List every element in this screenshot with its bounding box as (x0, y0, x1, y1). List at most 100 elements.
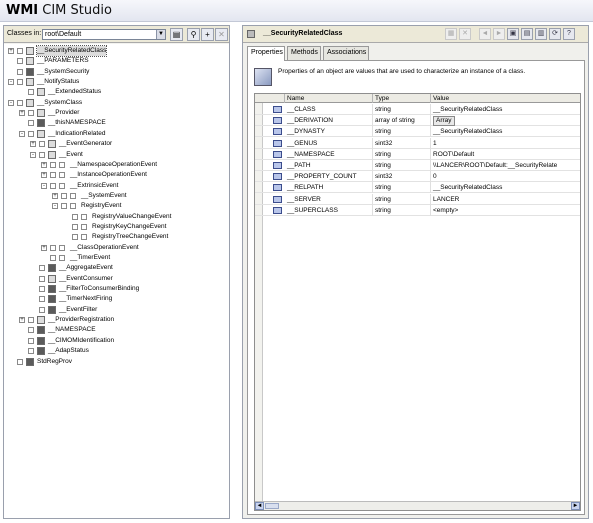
tree-item-checkbox[interactable] (28, 348, 34, 355)
tree-item[interactable]: RegistryValueChangeEvent (63, 212, 229, 222)
tree-item-checkbox[interactable] (59, 255, 65, 261)
expand-icon[interactable]: + (41, 161, 47, 168)
tree-item-checkbox[interactable] (39, 275, 45, 282)
property-value[interactable]: 0 (431, 171, 580, 182)
tree-item-checkbox[interactable] (28, 110, 34, 117)
tree-item-checkbox[interactable] (39, 151, 45, 158)
help-icon[interactable]: ? (563, 28, 575, 40)
property-value[interactable]: 1 (431, 138, 580, 149)
grid-icon[interactable]: ▦ (445, 28, 457, 40)
tree-item-checkbox[interactable] (61, 203, 67, 210)
tree-item[interactable]: + __InstanceOperationEvent (41, 170, 229, 180)
tree-item-checkbox[interactable] (72, 223, 78, 230)
tree-item-checkbox[interactable] (72, 234, 78, 241)
property-row[interactable]: __DYNASTY string __SecurityRelatedClass (255, 126, 580, 138)
tree-item-checkbox[interactable] (81, 234, 87, 241)
tree-item-checkbox[interactable] (28, 120, 34, 127)
instances-icon[interactable]: ▤ (521, 28, 533, 40)
property-row[interactable]: __PATH string \\LANCER\ROOT\Default:__Secu… (255, 160, 580, 171)
delete-icon[interactable]: ✕ (459, 28, 471, 40)
tree-item-checkbox[interactable] (59, 244, 65, 251)
collapse-icon[interactable]: - (8, 79, 14, 86)
namespace-combo[interactable]: root\Default ▼ (42, 29, 166, 40)
tree-item[interactable]: - RegistryEvent (52, 201, 229, 211)
tree-item[interactable]: __FilterToConsumerBinding (30, 284, 229, 294)
tree-item-checkbox[interactable] (28, 89, 34, 96)
tree-item[interactable]: + __ProviderRegistration (19, 315, 229, 325)
tree-item[interactable]: + __ClassOperationEvent (41, 243, 229, 253)
tree-item[interactable]: + __Provider (19, 108, 229, 118)
property-value[interactable]: __SecurityRelatedClass (431, 182, 580, 193)
scroll-left-icon[interactable]: ◄ (255, 502, 264, 510)
scroll-thumb[interactable] (265, 503, 279, 509)
tree-item-checkbox[interactable] (17, 68, 23, 75)
tree-item-checkbox[interactable] (61, 192, 67, 199)
property-value[interactable]: \\LANCER\ROOT\Default:__SecurityRelate (431, 160, 580, 171)
tree-item[interactable]: StdRegProv (8, 357, 229, 367)
tree-item-checkbox[interactable] (81, 213, 87, 220)
property-row[interactable]: __DERIVATION array of string Array (255, 115, 580, 127)
collapse-icon[interactable]: - (52, 203, 58, 210)
tab-methods[interactable]: Methods (287, 46, 321, 60)
property-value[interactable]: LANCER (431, 194, 580, 205)
tree-item[interactable]: + __SecurityRelatedClass (8, 45, 229, 57)
tree-item-checkbox[interactable] (50, 255, 56, 261)
property-row[interactable]: __CLASS string __SecurityRelatedClass (255, 104, 580, 115)
tree-item-checkbox[interactable] (59, 172, 65, 179)
tree-item[interactable]: - __ExtrinsicEvent (41, 181, 229, 191)
save-icon[interactable]: ▣ (507, 28, 519, 40)
property-value[interactable]: __SecurityRelatedClass (431, 104, 580, 115)
collapse-icon[interactable]: - (8, 99, 14, 106)
tree-item[interactable]: __TimerEvent (41, 253, 229, 263)
tree-item-checkbox[interactable] (39, 265, 45, 272)
tab-associations[interactable]: Associations (323, 46, 369, 60)
tree-item[interactable]: __NAMESPACE (19, 325, 229, 335)
browse-namespace-icon[interactable]: ▤ (170, 28, 183, 41)
tab-properties[interactable]: Properties (247, 46, 285, 61)
delete-class-icon[interactable]: ✕ (215, 28, 228, 41)
expand-icon[interactable]: + (19, 110, 25, 117)
tree-item-checkbox[interactable] (50, 161, 56, 168)
property-value[interactable]: ROOT\Default (431, 149, 580, 160)
tree-item-checkbox[interactable] (70, 192, 76, 199)
collapse-icon[interactable]: - (41, 182, 47, 189)
property-row[interactable]: __NAMESPACE string ROOT\Default (255, 148, 580, 160)
property-row[interactable]: __SERVER string LANCER (255, 193, 580, 205)
tree-item[interactable]: RegistryTreeChangeEvent (63, 232, 229, 242)
expand-icon[interactable]: + (41, 172, 47, 179)
expand-icon[interactable]: + (41, 244, 47, 251)
tree-item[interactable]: __ExtendedStatus (19, 87, 229, 97)
tree-item-checkbox[interactable] (28, 317, 34, 324)
tree-item-checkbox[interactable] (17, 99, 23, 106)
query-icon[interactable]: ▥ (535, 28, 547, 40)
tree-item[interactable]: __AdapStatus (19, 346, 229, 356)
property-value[interactable]: __SecurityRelatedClass (431, 126, 580, 137)
tree-item-checkbox[interactable] (59, 182, 65, 189)
tree-item-checkbox[interactable] (72, 213, 78, 220)
tree-item[interactable]: + __NamespaceOperationEvent (41, 160, 229, 170)
chevron-down-icon[interactable]: ▼ (156, 30, 165, 39)
collapse-icon[interactable]: - (30, 151, 36, 158)
property-value[interactable]: <empty> (431, 205, 580, 216)
tree-item[interactable]: + __EventGenerator (30, 139, 229, 149)
tree-item-checkbox[interactable] (28, 337, 34, 344)
property-value[interactable]: Array (431, 115, 580, 127)
tree-item-checkbox[interactable] (17, 58, 23, 65)
column-name-header[interactable]: Name (285, 94, 373, 103)
tree-item[interactable]: __EventFilter (30, 305, 229, 315)
column-type-header[interactable]: Type (373, 94, 431, 103)
tree-item[interactable]: - __IndicationRelated (19, 129, 229, 139)
tree-item-checkbox[interactable] (39, 141, 45, 148)
tree-item-checkbox[interactable] (39, 306, 45, 313)
tree-item[interactable]: - __SystemClass (8, 98, 229, 108)
expand-icon[interactable]: + (52, 192, 58, 199)
tree-item-checkbox[interactable] (17, 358, 23, 365)
property-row[interactable]: __SUPERCLASS string <empty> (255, 204, 580, 216)
tree-item[interactable]: RegistryKeyChangeEvent (63, 222, 229, 232)
tree-item-checkbox[interactable] (59, 161, 65, 168)
property-row[interactable]: __PROPERTY_COUNT sint32 0 (255, 171, 580, 183)
tree-item-checkbox[interactable] (70, 203, 76, 210)
tree-item[interactable]: - __Event (30, 150, 229, 160)
back-icon[interactable]: ◄ (479, 28, 491, 40)
tree-item-checkbox[interactable] (28, 327, 34, 334)
